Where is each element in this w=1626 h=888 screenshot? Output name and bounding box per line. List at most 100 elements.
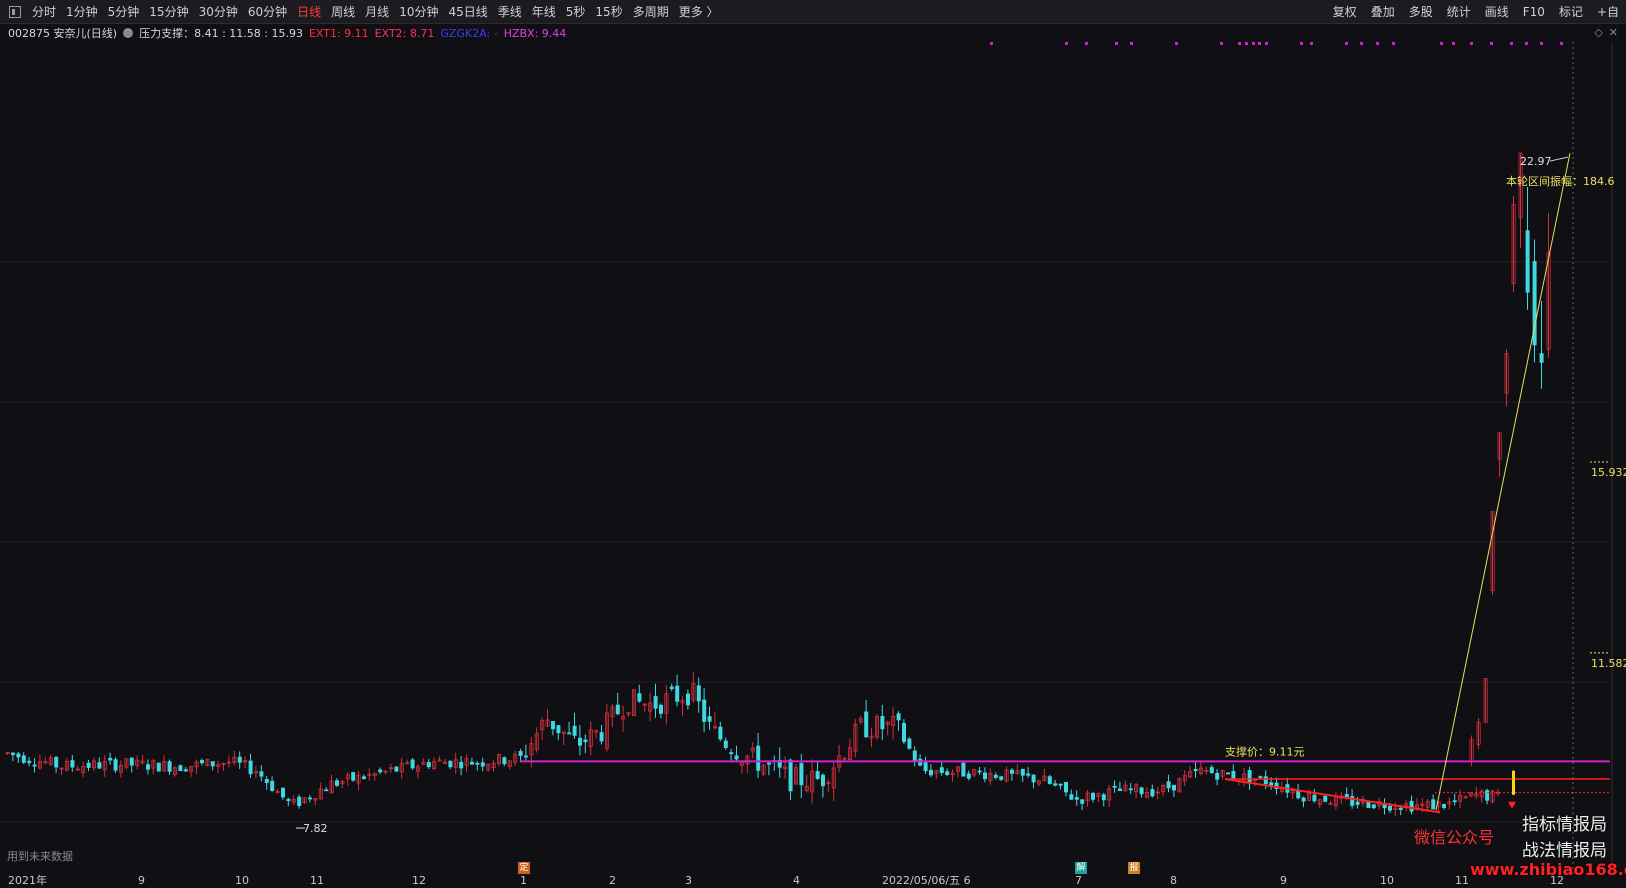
- diamond-icon[interactable]: ◇: [1594, 26, 1602, 39]
- candle-body: [1166, 781, 1171, 789]
- candle-body: [297, 796, 302, 806]
- candle-body: [524, 755, 529, 758]
- event-tag-bao[interactable]: 报: [1128, 862, 1140, 874]
- candle-body: [961, 762, 966, 777]
- toolbar-button-6[interactable]: 标记: [1552, 0, 1590, 24]
- watermark-brand-2: 战法情报局: [1522, 841, 1607, 861]
- candle-body: [1101, 794, 1106, 801]
- sell-marker-icon: [1508, 801, 1516, 809]
- candle-body: [815, 771, 820, 779]
- toolbar-button-5[interactable]: F10: [1516, 0, 1552, 24]
- x-tick-13: 9: [1280, 874, 1287, 887]
- event-tag-jie[interactable]: 解: [1075, 862, 1087, 874]
- downtrend-line: [1224, 778, 1441, 814]
- signal-dot: [1252, 42, 1255, 45]
- candle-body: [1031, 774, 1036, 783]
- x-tick-10: 2022/05/06/五 6: [882, 874, 971, 887]
- period-tab-3[interactable]: 15分钟: [144, 0, 193, 24]
- period-tab-2[interactable]: 5分钟: [103, 0, 145, 24]
- candle-body: [1215, 772, 1220, 780]
- toolbar-button-4[interactable]: 画线: [1478, 0, 1516, 24]
- period-tab-13[interactable]: 5秒: [561, 0, 591, 24]
- candle-body: [729, 752, 734, 755]
- period-tab-12[interactable]: 年线: [527, 0, 561, 24]
- candle-body: [551, 721, 556, 730]
- stock-title[interactable]: 002875 安奈儿(日线): [8, 25, 117, 41]
- close-icon[interactable]: ✕: [1609, 26, 1618, 39]
- candle-body: [361, 776, 366, 779]
- gzgk-value: GZGK2A: -: [440, 26, 498, 40]
- period-tab-8[interactable]: 月线: [360, 0, 394, 24]
- candle-body: [1193, 768, 1198, 772]
- x-tick-12: 8: [1170, 874, 1177, 887]
- candle-body: [923, 762, 928, 772]
- period-tab-7[interactable]: 周线: [326, 0, 360, 24]
- candle-body: [32, 764, 37, 767]
- toolbar-button-2[interactable]: 多股: [1402, 0, 1440, 24]
- candle-body: [334, 780, 339, 786]
- candle-body: [999, 776, 1004, 780]
- period-tab-14[interactable]: 15秒: [590, 0, 627, 24]
- candle-body: [599, 732, 604, 742]
- candle-body: [1431, 799, 1436, 810]
- candle-body: [637, 693, 642, 702]
- signal-dot: [1510, 42, 1513, 45]
- window-menu-icon[interactable]: [9, 5, 21, 18]
- indicator-values[interactable]: 压力支撑：8.41 : 11.58 : 15.93: [139, 25, 303, 41]
- candle-body: [129, 757, 134, 766]
- candle-body: [799, 763, 804, 786]
- period-tab-10[interactable]: 45日线: [443, 0, 492, 24]
- candle-body: [702, 699, 707, 722]
- period-tab-6[interactable]: 日线: [292, 0, 326, 24]
- period-tab-15[interactable]: 多周期: [628, 0, 674, 24]
- time-axis: 2021年 9 10 11 12 1 2 3 4 2022/05/06/五 6 7 8 9 10 11 12: [0, 874, 1626, 888]
- candle-body: [653, 696, 658, 709]
- candle-body: [21, 755, 26, 763]
- candle-body: [1371, 804, 1376, 809]
- range-label: 本轮区间振幅：184.6: [1506, 174, 1615, 188]
- candle-body: [145, 764, 150, 770]
- period-tab-1[interactable]: 1分钟: [61, 0, 103, 24]
- period-tab-0[interactable]: 分时: [27, 0, 61, 24]
- period-tab-11[interactable]: 季线: [493, 0, 527, 24]
- candle-body: [469, 761, 474, 765]
- candle-body: [1069, 794, 1074, 800]
- candle-body: [556, 725, 561, 734]
- period-tab-9[interactable]: 10分钟: [394, 0, 443, 24]
- candle-body: [351, 772, 356, 781]
- candle-body: [659, 704, 664, 714]
- candle-body: [1442, 804, 1447, 808]
- kline-chart[interactable]: 支撑价：9.11元 15.932 11.582 22.97 本轮区间振幅：184.6 7.…: [0, 42, 1626, 876]
- candle-body: [675, 685, 680, 702]
- toolbar-button-1[interactable]: 叠加: [1364, 0, 1402, 24]
- period-tab-16[interactable]: 更多 〉: [674, 0, 724, 24]
- candle-body: [707, 716, 712, 722]
- toolbar-button-3[interactable]: 统计: [1440, 0, 1478, 24]
- candle-body: [113, 759, 118, 771]
- x-tick-15: 11: [1455, 874, 1469, 887]
- candle-body: [1020, 768, 1025, 776]
- candle-body: [1247, 770, 1252, 784]
- candle-body: [1398, 807, 1403, 810]
- candle-body: [97, 762, 102, 769]
- signal-dot: [1265, 42, 1268, 45]
- toolbar-button-7[interactable]: +自: [1590, 0, 1626, 24]
- candle-body: [1118, 788, 1123, 792]
- signal-dot: [1490, 42, 1493, 45]
- signal-dot: [1130, 42, 1133, 45]
- signal-dot: [1440, 42, 1443, 45]
- candle-body: [1074, 797, 1079, 800]
- signal-dot: [1175, 42, 1178, 45]
- period-tab-5[interactable]: 60分钟: [243, 0, 292, 24]
- candle-body: [210, 761, 215, 767]
- candle-body: [1323, 795, 1328, 802]
- candle-body: [410, 759, 415, 769]
- indicator-settings-icon[interactable]: [123, 28, 134, 38]
- period-tab-4[interactable]: 30分钟: [194, 0, 243, 24]
- candle-body: [718, 726, 723, 740]
- signal-dot: [990, 42, 993, 45]
- toolbar-button-0[interactable]: 复权: [1326, 0, 1364, 24]
- candle-body: [821, 774, 826, 787]
- candle-body: [966, 773, 971, 779]
- event-tag-ding[interactable]: 定: [518, 862, 530, 874]
